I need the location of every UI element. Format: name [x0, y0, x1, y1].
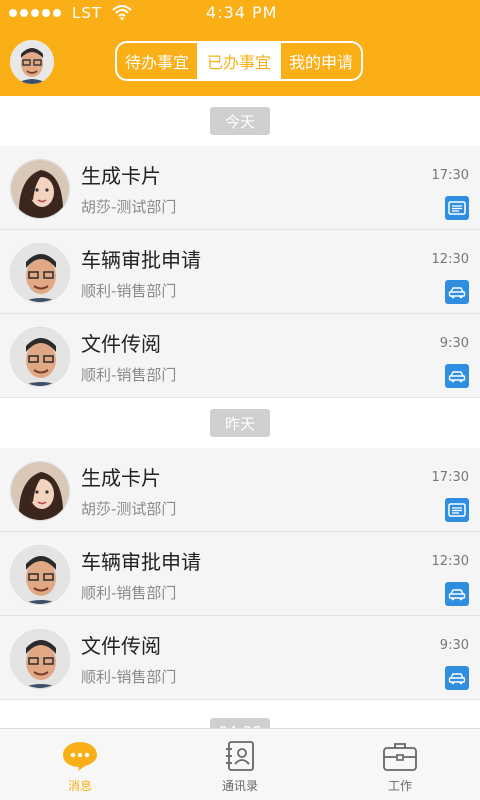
- segmented-control: 待办事宜 已办事宜 我的申请: [115, 41, 363, 81]
- message-list[interactable]: 今天 生成卡片 胡莎-测试部门 17:30 车辆审批申请 顺利-销售部门 12:…: [0, 96, 480, 728]
- date-header: 今天: [0, 96, 480, 146]
- tab-label: 消息: [67, 779, 92, 793]
- list-item[interactable]: 文件传阅 顺利-销售部门 9:30: [0, 616, 480, 700]
- avatar-male: [10, 243, 70, 303]
- tab-work[interactable]: 工作: [320, 729, 480, 800]
- list-item[interactable]: 生成卡片 胡莎-测试部门 17:30: [0, 146, 480, 230]
- date-header: 04-28: [0, 700, 480, 728]
- signal-dots-icon: [9, 9, 61, 17]
- item-title: 文件传阅: [81, 634, 161, 658]
- list-item[interactable]: 生成卡片 胡莎-测试部门 17:30: [0, 448, 480, 532]
- item-subtitle: 顺利-销售部门: [81, 584, 177, 602]
- wifi-icon: [112, 4, 132, 24]
- avatar-female: [10, 461, 70, 521]
- item-title: 车辆审批申请: [81, 550, 201, 574]
- date-header: 昨天: [0, 398, 480, 448]
- chat-bubble-icon: [61, 739, 99, 773]
- avatar-male: [10, 545, 70, 605]
- car-icon: [445, 280, 469, 304]
- item-subtitle: 顺利-销售部门: [81, 668, 177, 686]
- segment-my-requests[interactable]: 我的申请: [279, 43, 361, 79]
- item-title: 文件传阅: [81, 332, 161, 356]
- date-badge: 04-28: [210, 718, 270, 728]
- item-subtitle: 胡莎-测试部门: [81, 500, 177, 518]
- car-icon: [445, 364, 469, 388]
- item-title: 车辆审批申请: [81, 248, 201, 272]
- carrier-label: LST: [72, 4, 103, 22]
- card-icon: [445, 196, 469, 220]
- item-time: 12:30: [431, 252, 469, 267]
- date-badge: 昨天: [210, 409, 270, 437]
- item-subtitle: 胡莎-测试部门: [81, 198, 177, 216]
- list-item[interactable]: 车辆审批申请 顺利-销售部门 12:30: [0, 532, 480, 616]
- tab-contacts[interactable]: 通讯录: [160, 729, 320, 800]
- bottom-tabbar: 消息 通讯录 工作: [0, 728, 480, 800]
- list-item[interactable]: 车辆审批申请 顺利-销售部门 12:30: [0, 230, 480, 314]
- tab-label: 通讯录: [221, 779, 258, 793]
- card-icon: [445, 498, 469, 522]
- contacts-book-icon: [221, 739, 259, 773]
- top-header: LST 4:34 PM 待办事宜 已办事宜 我的申请: [0, 0, 480, 96]
- tab-messages[interactable]: 消息: [0, 729, 160, 800]
- item-time: 9:30: [439, 336, 469, 351]
- avatar-male: [10, 327, 70, 387]
- profile-avatar[interactable]: [10, 40, 54, 84]
- item-subtitle: 顺利-销售部门: [81, 282, 177, 300]
- item-title: 生成卡片: [81, 466, 161, 490]
- tab-label: 工作: [387, 779, 412, 793]
- item-title: 生成卡片: [81, 164, 161, 188]
- avatar-female: [10, 159, 70, 219]
- segment-done[interactable]: 已办事宜: [197, 43, 279, 79]
- avatar-male: [10, 629, 70, 689]
- status-time: 4:34 PM: [206, 3, 278, 22]
- item-time: 9:30: [439, 638, 469, 653]
- car-icon: [445, 666, 469, 690]
- status-bar: LST 4:34 PM: [0, 0, 480, 28]
- segment-pending[interactable]: 待办事宜: [117, 43, 197, 79]
- item-time: 17:30: [431, 168, 469, 183]
- item-time: 12:30: [431, 554, 469, 569]
- list-item[interactable]: 文件传阅 顺利-销售部门 9:30: [0, 314, 480, 398]
- car-icon: [445, 582, 469, 606]
- date-badge: 今天: [210, 107, 270, 135]
- item-subtitle: 顺利-销售部门: [81, 366, 177, 384]
- item-time: 17:30: [431, 470, 469, 485]
- briefcase-icon: [381, 739, 419, 773]
